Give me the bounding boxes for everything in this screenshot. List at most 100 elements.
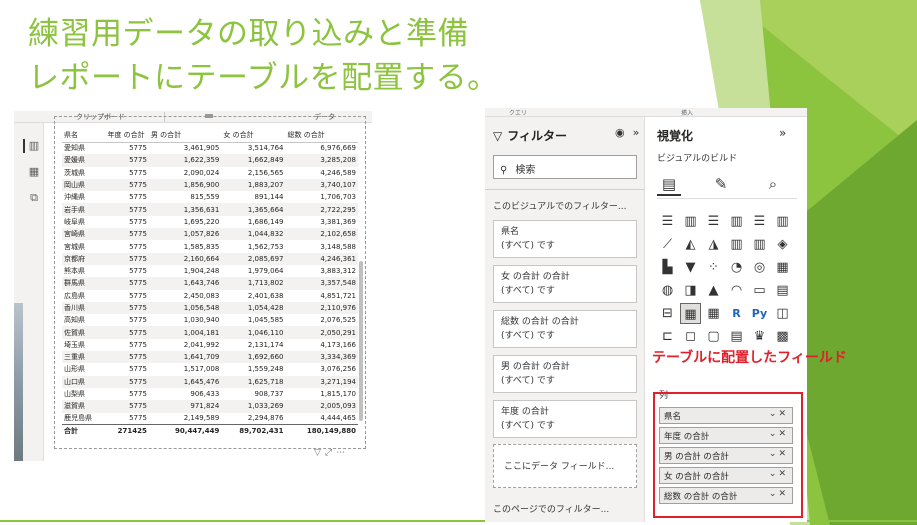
filter-card[interactable]: 男 の合計 の合計 (すべて) です [493,355,637,393]
table-cell: 3,285,208 [285,154,358,167]
table-row: 宮城県 5775 1,585,835 1,562,753 3,148,588 [62,240,358,252]
r-visual-icon[interactable]: R [726,303,747,324]
filter-card-value: (すべて) です [501,376,555,386]
focus-mode-icon[interactable]: ⤢ [325,448,336,458]
pie-chart-icon[interactable]: ◔ [726,257,747,278]
table-cell: 5775 [105,228,149,241]
map-icon[interactable]: ◍ [657,280,678,301]
table-column-header[interactable]: 総数 の合計 [285,129,358,143]
table-cell: 1,622,359 [148,154,222,167]
scatter-chart-icon[interactable]: ⁘ [703,257,724,278]
format-visual-tab-icon[interactable]: ✎ [709,172,733,196]
table-cell: 4,444,465 [320,414,356,423]
table-visual[interactable]: 県名 年度 の合計男 の合計女 の合計 総数 の合計 愛知県 5775 3,461,90… [62,129,358,438]
narrative-icon[interactable]: ▢ [703,326,724,347]
table-column-header[interactable]: 年度 の合計 [105,129,149,143]
key-influencers-icon[interactable]: ◫ [772,303,793,324]
table-row: 愛知県 5775 3,461,905 3,514,764 6,976,669 [62,142,358,154]
line-clustered-chart-icon[interactable]: ▥ [749,234,770,255]
table-view-icon[interactable]: ▦ [28,166,40,178]
filter-card[interactable]: 総数 の合計 の合計 (すべて) です [493,310,637,348]
filter-card[interactable]: 県名 (すべて) です [493,220,637,258]
metrics-icon[interactable]: ♛ [749,326,770,347]
build-visual-tab-icon[interactable]: ▤ [657,172,681,196]
table-cell: 6,976,669 [320,144,356,153]
table-cell: 2,401,638 [247,291,284,300]
collapse-viz-pane-icon[interactable]: » [779,126,786,140]
matrix-icon[interactable]: ▦ [703,303,724,324]
table-cell: 5775 [129,316,147,325]
report-canvas-screenshot: クリップボード データ ▥ ▦ ⧉ 県名 年度 の合計男 の合計女 の合計 総数 の… [14,111,372,461]
table-cell: 5775 [105,400,149,413]
table-cell: 4,246,361 [285,252,358,265]
filter-card[interactable]: 年度 の合計 (すべて) です [493,400,637,438]
view-rail: ▥ ▦ ⧉ [14,123,44,461]
table-cell: 1,517,008 [183,365,220,374]
table-cell: 宮城県 [64,242,85,251]
clustered-column-chart-icon[interactable]: ▥ [726,211,747,232]
report-view-icon[interactable]: ▥ [28,140,40,152]
donut-chart-icon[interactable]: ◎ [749,257,770,278]
collapse-pane-icon[interactable]: » [633,126,640,139]
table-cell: 1,641,709 [148,351,222,364]
slicer-icon[interactable]: ⊟ [657,303,678,324]
filter-card-field: 県名 [501,227,520,237]
table-scrollbar[interactable] [359,261,363,421]
python-visual-icon[interactable]: Py [749,303,770,324]
table-cell: 906,433 [190,390,220,399]
waterfall-chart-icon[interactable]: ▙ [657,257,678,278]
stacked-area-chart-icon[interactable]: ◮ [703,234,724,255]
table-cell: 2,131,174 [247,340,284,349]
table-icon[interactable]: ▦ [680,303,701,324]
treemap-icon[interactable]: ▦ [772,257,793,278]
model-view-icon[interactable]: ⧉ [28,192,40,204]
100-column-chart-icon[interactable]: ▥ [772,211,793,232]
stacked-bar-chart-icon[interactable]: ☰ [657,211,678,232]
filter-drop-zone[interactable]: ここにデータ フィールド... [493,444,637,488]
table-cell: 891,144 [254,193,284,202]
ribbon-chart-icon[interactable]: ◈ [772,234,793,255]
kpi-icon[interactable]: ▤ [772,280,793,301]
line-column-chart-icon[interactable]: ▥ [726,234,747,255]
table-cell: 5775 [129,144,147,153]
table-cell: 京都府 [62,252,106,265]
analytics-tab-icon[interactable]: ⌕ [761,172,785,196]
table-cell: 1,625,718 [221,375,286,388]
clustered-bar-chart-icon[interactable]: ☰ [703,211,724,232]
table-cell: 愛媛県 [62,154,106,167]
table-cell: 2,005,093 [285,400,358,413]
100-bar-chart-icon[interactable]: ☰ [749,211,770,232]
paginated-report-icon[interactable]: ▤ [726,326,747,347]
table-cell: 1,856,900 [148,178,222,192]
filter-card[interactable]: 女 の合計 の合計 (すべて) です [493,265,637,303]
table-cell: 2,149,589 [183,414,220,423]
more-options-icon[interactable]: ⋯ [336,448,349,458]
table-cell: 岐阜県 [64,217,85,226]
gauge-icon[interactable]: ◠ [726,280,747,301]
qna-icon[interactable]: ◻ [680,326,701,347]
area-chart-icon[interactable]: ◭ [680,234,701,255]
table-cell: 1,645,476 [148,375,222,388]
azure-map-icon[interactable]: ▲ [703,280,724,301]
filter-icon[interactable]: ▽ [314,448,325,458]
filter-search-input[interactable]: ⚲ 検索 [493,155,637,179]
filled-map-icon[interactable]: ◨ [680,280,701,301]
visual-type-gallery: ☰ ▥ ☰ ▥ ☰ ▥ ⟋ ◭ ◮ ▥ ▥ ◈ ▙ ▼ ⁘ ◔ ◎ ▦ ◍ ◨ ▲ ◠ ▭ ▤ ⊟ ▦ ▦ R Py ◫ ⊏ ◻ ▢ ▤ ♛ ▩ [657,211,795,349]
table-cell: 5775 [129,414,147,423]
line-chart-icon[interactable]: ⟋ [657,234,678,255]
stacked-column-chart-icon[interactable]: ▥ [680,211,701,232]
page-filters-heading: このページでのフィルター... [493,505,610,515]
table-cell: 5775 [129,193,147,202]
decomposition-tree-icon[interactable]: ⊏ [657,326,678,347]
table-cell: 3,514,764 [247,144,284,153]
tab-underline [657,198,797,199]
eye-icon[interactable]: ◉ [615,126,625,139]
funnel-chart-icon[interactable]: ▼ [680,257,701,278]
table-column-header[interactable]: 男 の合計 [148,129,222,143]
table-column-header[interactable]: 県名 [62,129,106,143]
power-apps-icon[interactable]: ▩ [772,326,793,347]
card-icon[interactable]: ▭ [749,280,770,301]
table-cell: 5775 [129,168,147,177]
table-column-header[interactable]: 女 の合計 [221,129,286,143]
table-cell: 3,334,369 [285,351,358,364]
